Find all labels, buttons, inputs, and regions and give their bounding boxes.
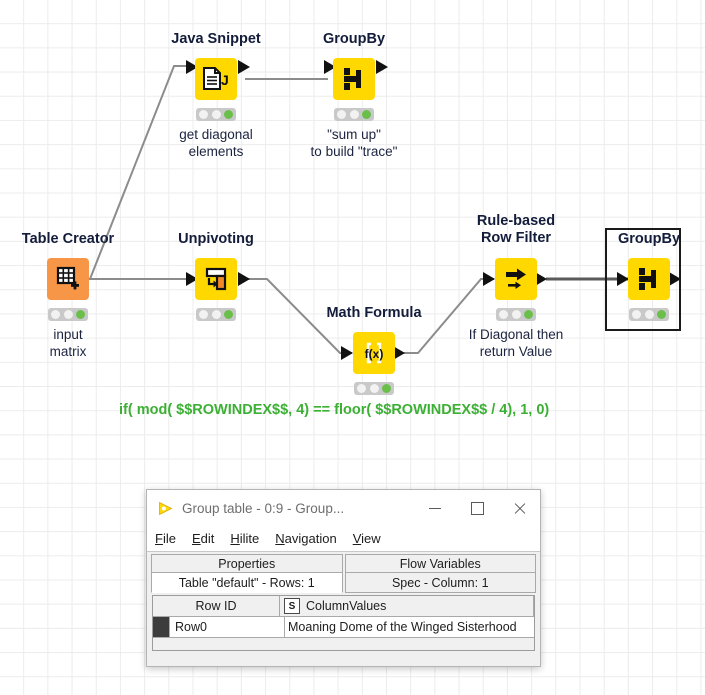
svg-text:f(x): f(x) (365, 347, 384, 361)
status-light-executed (381, 384, 391, 393)
status-light-config (211, 310, 221, 319)
status-light-config (369, 384, 379, 393)
menu-item-hilite[interactable]: Hilite (230, 531, 259, 546)
node-body[interactable]: J (195, 58, 237, 100)
node-title-line: Row Filter (480, 230, 552, 246)
cell-row-id[interactable]: Row0 (170, 617, 285, 637)
menu-item-file[interactable]: File (155, 531, 176, 546)
node-annotation: get diagonal elements (179, 126, 253, 160)
menu-item-edit[interactable]: Edit (192, 531, 214, 546)
node-status-indicator (629, 308, 669, 321)
node-status-indicator (48, 308, 88, 321)
tab-spec-column[interactable]: Spec - Column: 1 (344, 572, 536, 593)
menu-item-navigation[interactable]: Navigation (275, 531, 336, 546)
status-light-idle (51, 310, 61, 319)
annotation-line: input (53, 327, 83, 342)
row-color-marker (153, 617, 170, 637)
dialog-title: Group table - 0:9 - Group... (182, 500, 345, 516)
close-button[interactable] (498, 490, 540, 526)
node-title: Rule-based Row Filter (477, 213, 555, 247)
status-light-idle (499, 310, 509, 319)
minimize-button[interactable] (414, 490, 456, 526)
node-body[interactable] (333, 58, 375, 100)
dialog-tabs[interactable]: Properties Flow Variables Table "default… (147, 552, 540, 593)
row-filter-icon (506, 268, 526, 289)
status-light-idle (199, 310, 209, 319)
dialog-menubar[interactable]: File Edit Hilite Navigation View (147, 526, 540, 552)
result-table[interactable]: Row ID S ColumnValues Row0 Moaning Dome … (152, 595, 535, 651)
status-light-idle (357, 384, 367, 393)
tab-table-default[interactable]: Table "default" - Rows: 1 (151, 572, 343, 593)
dialog-titlebar[interactable]: Group table - 0:9 - Group... (147, 490, 540, 526)
status-light-config (63, 310, 73, 319)
node-status-indicator (354, 382, 394, 395)
node-title: Math Formula (326, 305, 422, 321)
status-light-executed (656, 310, 666, 319)
node-title: GroupBy (617, 231, 681, 247)
node-body[interactable] (495, 258, 537, 300)
status-light-executed (223, 310, 233, 319)
annotation-line: return Value (479, 344, 553, 359)
workflow-formula-annotation: if( mod( $$ROWINDEX$$, 4) == floor( $$RO… (119, 402, 550, 418)
fx-icon: f(x) (365, 342, 384, 364)
node-annotation: "sum up" to build "trace" (311, 126, 398, 160)
maximize-button[interactable] (456, 490, 498, 526)
status-light-config (211, 110, 221, 119)
annotation-line: If Diagonal then (468, 327, 564, 342)
tab-properties[interactable]: Properties (151, 554, 343, 573)
annotation-line: to build "trace" (310, 144, 398, 159)
node-status-indicator (496, 308, 536, 321)
tab-flow-variables[interactable]: Flow Variables (344, 554, 536, 573)
node-title: Unpivoting (178, 231, 254, 247)
status-light-idle (199, 110, 209, 119)
node-title: Table Creator (21, 231, 115, 247)
status-light-config (511, 310, 521, 319)
cell-column-values[interactable]: Moaning Dome of the Winged Sisterhood (285, 617, 534, 637)
status-light-executed (361, 110, 371, 119)
java-document-icon: J (203, 67, 229, 90)
table-row[interactable]: Row0 Moaning Dome of the Winged Sisterho… (153, 617, 534, 637)
tab-row-secondary: Table "default" - Rows: 1 Spec - Column:… (151, 572, 536, 593)
node-status-indicator (196, 108, 236, 121)
column-header-label: ColumnValues (306, 599, 387, 613)
node-status-indicator (334, 108, 374, 121)
table-header-row: Row ID S ColumnValues (153, 596, 534, 617)
knime-triangle-icon (159, 501, 173, 515)
status-light-idle (632, 310, 642, 319)
node-body[interactable] (195, 258, 237, 300)
status-light-config (349, 110, 359, 119)
node-status-indicator (196, 308, 236, 321)
group-table-dialog[interactable]: Group table - 0:9 - Group... File Edit H… (146, 489, 541, 667)
tab-row-primary: Properties Flow Variables (151, 554, 536, 573)
node-annotation: If Diagonal then return Value (469, 326, 564, 360)
annotation-line: get diagonal (179, 127, 253, 142)
annotation-line: "sum up" (327, 127, 381, 142)
string-type-badge: S (284, 598, 300, 614)
svg-text:J: J (221, 72, 229, 88)
window-controls[interactable] (414, 490, 540, 526)
node-body[interactable] (47, 258, 89, 300)
table-plus-icon (56, 266, 79, 290)
unpivot-icon (205, 267, 227, 291)
menu-item-view[interactable]: View (353, 531, 381, 546)
annotation-line: matrix (49, 344, 87, 359)
node-body[interactable] (628, 258, 670, 300)
column-header-row-id[interactable]: Row ID (153, 596, 280, 617)
node-annotation: input matrix (50, 326, 87, 360)
node-title: GroupBy (322, 31, 386, 47)
status-light-executed (523, 310, 533, 319)
groupby-icon (639, 268, 656, 290)
annotation-line: elements (188, 144, 244, 159)
groupby-icon (344, 68, 361, 90)
table-empty-area (153, 637, 534, 650)
node-title-line: Rule-based (476, 213, 556, 229)
status-light-executed (75, 310, 85, 319)
column-header-column-values[interactable]: S ColumnValues (280, 596, 534, 617)
node-title: Java Snippet (171, 31, 261, 47)
status-light-idle (337, 110, 347, 119)
node-body[interactable]: f(x) (353, 332, 395, 374)
status-light-executed (223, 110, 233, 119)
status-light-config (644, 310, 654, 319)
